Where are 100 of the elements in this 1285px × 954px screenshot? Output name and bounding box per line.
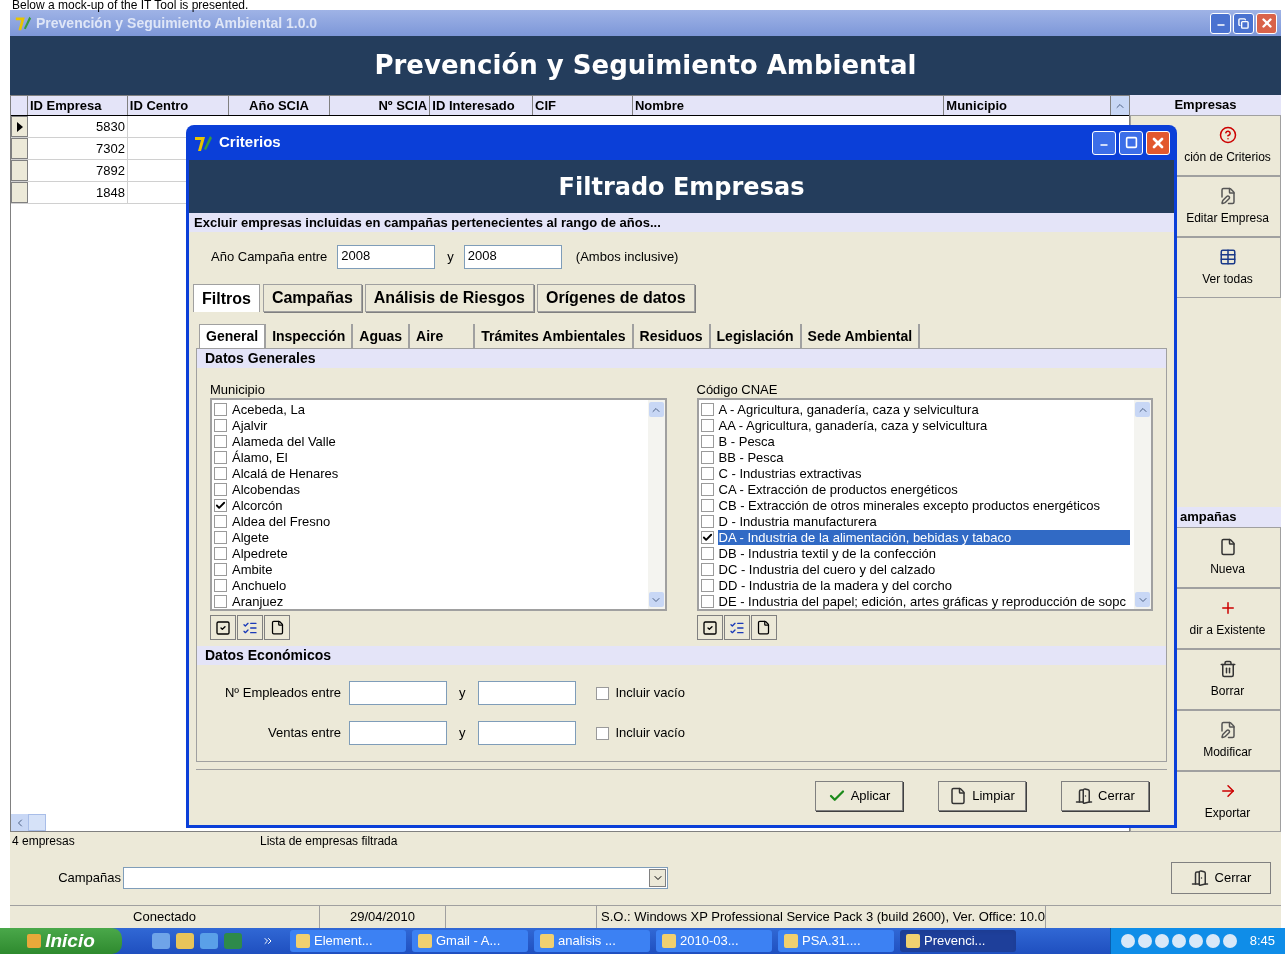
range-from-field[interactable] — [349, 681, 447, 705]
tab[interactable]: General — [199, 324, 267, 348]
list-item[interactable]: Aranjuez — [231, 593, 284, 609]
check-all-button[interactable] — [696, 615, 723, 640]
checkbox[interactable] — [214, 514, 227, 528]
checkbox[interactable] — [214, 402, 227, 416]
checkbox[interactable] — [214, 594, 227, 608]
restore-button[interactable] — [1233, 12, 1254, 34]
quick-launch-icon[interactable] — [152, 933, 170, 949]
tray-icon[interactable] — [1188, 934, 1203, 948]
year-to-field[interactable]: 2008 — [463, 245, 562, 269]
list-item[interactable]: Alcobendas — [231, 481, 300, 497]
checkbox[interactable] — [700, 402, 714, 416]
checkbox[interactable] — [700, 578, 714, 592]
taskbar-task[interactable]: PSA.31.... — [778, 930, 894, 952]
taskbar-task[interactable]: Gmail - A... — [412, 930, 528, 952]
scroll-down-button[interactable] — [648, 592, 664, 607]
checkbox[interactable] — [700, 482, 714, 496]
checkbox[interactable] — [214, 578, 227, 592]
tray-icon[interactable] — [1171, 934, 1186, 948]
list-item[interactable]: D - Industria manufacturera — [717, 513, 877, 529]
checkbox[interactable] — [700, 594, 714, 608]
close-button[interactable] — [1146, 130, 1170, 155]
dialog-button[interactable]: Aplicar — [815, 780, 903, 811]
range-from-field[interactable] — [349, 721, 447, 745]
column-header[interactable]: Año SCIA — [228, 96, 331, 115]
list-item[interactable]: Ambite — [231, 561, 273, 577]
tab[interactable]: Orígenes de datos — [537, 284, 695, 312]
list-item[interactable]: Aldea del Fresno — [231, 513, 331, 529]
column-header[interactable]: Nº SCIA — [330, 96, 431, 115]
clear-selection-button[interactable] — [264, 615, 290, 640]
column-header[interactable]: Nombre — [632, 96, 945, 115]
checkbox[interactable] — [214, 450, 227, 464]
checkbox[interactable] — [214, 466, 227, 480]
quick-launch-icon[interactable] — [176, 933, 194, 949]
dropdown-button[interactable] — [649, 868, 666, 887]
list-item[interactable]: AA - Agricultura, ganadería, caza y selvicultura — [717, 417, 988, 433]
checkbox[interactable] — [214, 498, 227, 512]
tray-icon[interactable] — [1222, 934, 1237, 948]
minimize-button[interactable] — [1092, 130, 1116, 155]
double-chevron-icon[interactable] — [262, 935, 274, 947]
checkbox[interactable] — [214, 546, 227, 560]
range-to-field[interactable] — [477, 721, 576, 745]
checkbox[interactable] — [700, 498, 714, 512]
checkbox[interactable] — [700, 434, 714, 448]
scroll-left-button[interactable] — [11, 814, 28, 831]
column-header[interactable]: ID Empresa — [27, 96, 128, 115]
checkbox[interactable] — [700, 514, 714, 528]
row-selector[interactable] — [11, 116, 28, 137]
list-item[interactable]: Algete — [231, 529, 269, 545]
list-item[interactable]: Alcorcón — [231, 497, 283, 513]
column-header[interactable]: ID Centro — [127, 96, 229, 115]
tray-icon[interactable] — [1154, 934, 1169, 948]
checkbox[interactable] — [595, 686, 609, 700]
list-item[interactable]: Alcalá de Henares — [231, 465, 339, 481]
clear-selection-button[interactable] — [750, 615, 777, 640]
list-item[interactable]: Álamo, El — [231, 449, 288, 465]
taskbar-task[interactable]: Element... — [290, 930, 406, 952]
scroll-up-button[interactable] — [648, 402, 664, 417]
list-item[interactable]: DE - Industria del papel; edición, artes gráficas y reproducción de sopc — [717, 593, 1127, 609]
tray-icon[interactable] — [1120, 934, 1135, 948]
list-item[interactable]: Alpedrete — [231, 545, 288, 561]
range-to-field[interactable] — [477, 681, 576, 705]
checkbox[interactable] — [214, 562, 227, 576]
scrollbar[interactable] — [1134, 400, 1151, 609]
list-item[interactable]: BB - Pesca — [717, 449, 784, 465]
scroll-thumb[interactable] — [28, 814, 46, 831]
tray-icon[interactable] — [1137, 934, 1152, 948]
list-item[interactable]: DB - Industria textil y de la confección — [717, 545, 936, 561]
start-button[interactable]: Inicio — [0, 928, 122, 954]
checkbox[interactable] — [214, 434, 227, 448]
maximize-button[interactable] — [1119, 130, 1143, 155]
checkbox[interactable] — [214, 530, 227, 544]
tab[interactable]: Filtros — [193, 284, 260, 312]
list-item[interactable]: CB - Extracción de otros minerales excepto productos energéticos — [717, 497, 1101, 513]
checkbox[interactable] — [214, 482, 227, 496]
invert-selection-button[interactable] — [723, 615, 750, 640]
scroll-up-button[interactable] — [1135, 402, 1150, 417]
scroll-down-button[interactable] — [1135, 592, 1150, 607]
list-item[interactable]: DD - Industria de la madera y del corcho — [717, 577, 952, 593]
list-item[interactable]: Alameda del Valle — [231, 433, 336, 449]
dialog-button[interactable]: Cerrar — [1061, 780, 1149, 811]
tab[interactable]: Análisis de Riesgos — [364, 284, 534, 312]
list-item[interactable]: B - Pesca — [717, 433, 775, 449]
list-item[interactable]: Anchuelo — [231, 577, 287, 593]
list-item[interactable]: Ajalvir — [231, 417, 268, 433]
list-item[interactable]: DA - Industria de la alimentación, bebidas y tabaco — [717, 529, 1130, 545]
checkbox[interactable] — [700, 562, 714, 576]
list-item[interactable]: CA - Extracción de productos energéticos — [717, 481, 958, 497]
list-item[interactable]: Acebeda, La — [231, 401, 305, 417]
check-all-button[interactable] — [210, 615, 236, 640]
dialog-button[interactable]: Limpiar — [938, 780, 1026, 811]
taskbar-task[interactable]: 2010-03... — [656, 930, 772, 952]
tab[interactable]: Campañas — [262, 284, 362, 312]
column-header[interactable]: CIF — [533, 96, 633, 115]
close-button[interactable]: Cerrar — [1171, 861, 1271, 894]
tray-icon[interactable] — [1205, 934, 1220, 948]
checkbox[interactable] — [595, 726, 609, 740]
invert-selection-button[interactable] — [237, 615, 263, 640]
taskbar-task[interactable]: analisis ... — [534, 930, 650, 952]
